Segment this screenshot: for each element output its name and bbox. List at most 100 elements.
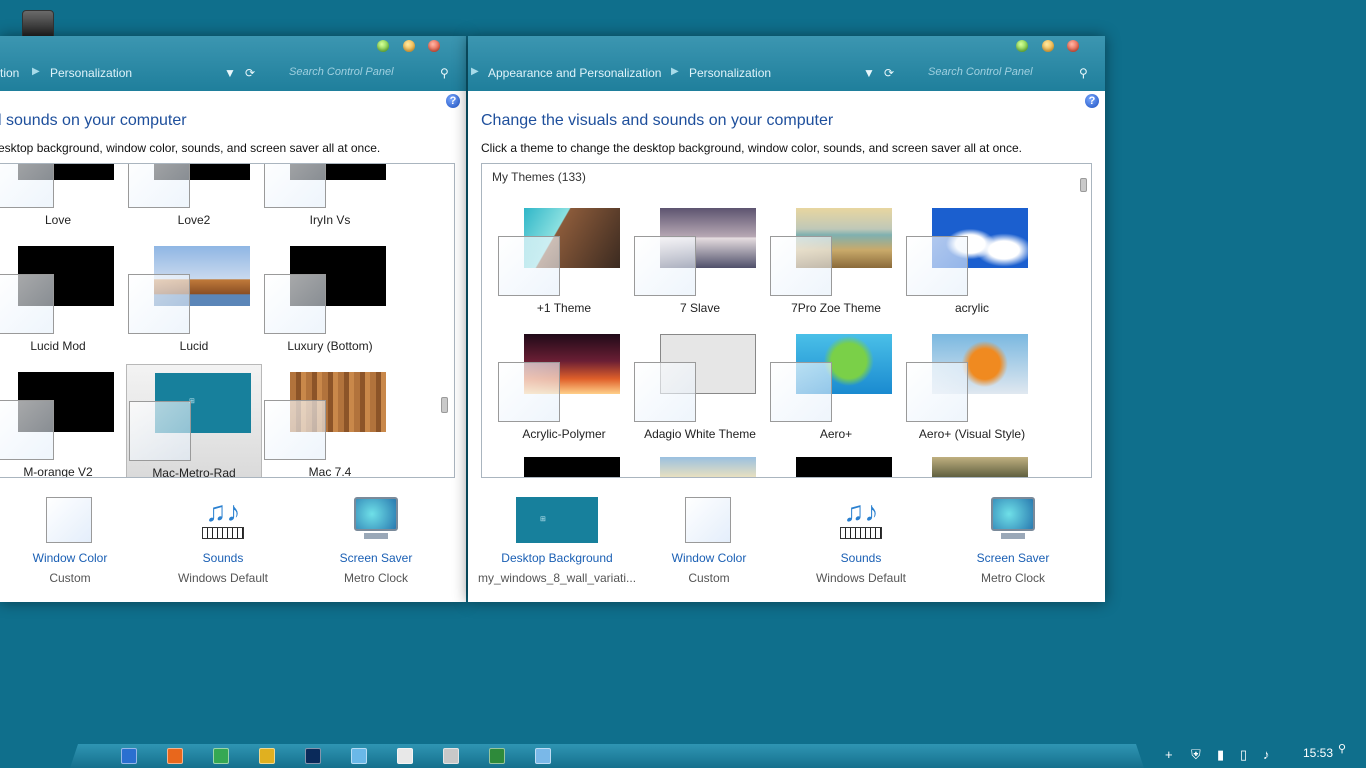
window-color-swatch (128, 274, 190, 334)
sounds-setting[interactable]: ♫♪ Sounds Windows Default (143, 491, 303, 586)
theme-tile-aero[interactable]: Aero+ (768, 326, 904, 450)
chrome-icon[interactable] (259, 748, 275, 764)
power-icon[interactable]: ▯ (1240, 747, 1247, 763)
window-color-setting[interactable]: Window Color Custom (0, 491, 150, 585)
monitor-icon[interactable] (351, 748, 367, 764)
theme-name: Adagio White Theme (644, 427, 756, 441)
refresh-icon[interactable]: ⟳ (884, 66, 894, 80)
window-chrome: ▶ Appearance and Personalization ▶ Perso… (468, 36, 1105, 91)
search-input[interactable]: Search Control Panel (289, 66, 394, 78)
screen-saver-link[interactable]: Screen Saver (933, 551, 1093, 565)
help-icon[interactable]: ? (1085, 94, 1099, 108)
sounds-link[interactable]: Sounds (781, 551, 941, 565)
minimize-button[interactable] (403, 40, 415, 52)
chrome-icon[interactable] (213, 748, 229, 764)
screen-saver-link[interactable]: Screen Saver (296, 551, 456, 565)
task-manager-icon[interactable] (489, 748, 505, 764)
personalization-window-left: tion ▶ Personalization ▼ ⟳ Search Contro… (0, 36, 466, 602)
chevron-down-icon[interactable]: ▼ (224, 66, 236, 80)
sounds-icon[interactable]: ♫♪ (837, 497, 885, 545)
window-color-icon[interactable] (46, 497, 94, 545)
signal-icon[interactable]: ▮ (1217, 747, 1224, 763)
scrollbar-thumb[interactable] (441, 397, 448, 413)
help-icon[interactable]: ? (446, 94, 460, 108)
minimize-button[interactable] (1042, 40, 1054, 52)
window-color-swatch (264, 400, 326, 460)
desktop-background-setting[interactable]: ⊞ Desktop Background my_windows_8_wall_var… (477, 491, 637, 585)
desktop-background-link[interactable]: Desktop Background (477, 551, 637, 565)
theme-tile-iryin-vs[interactable]: IryIn Vs (262, 164, 398, 236)
theme-tile-mac-metro-rad[interactable]: ⊞ Mac-Metro-Rad (126, 364, 262, 477)
firefox-icon[interactable] (167, 748, 183, 764)
refresh-icon[interactable]: ⟳ (245, 66, 255, 80)
sounds-link[interactable]: Sounds (143, 551, 303, 565)
volume-icon[interactable]: ♪ (1263, 747, 1270, 762)
screen-saver-setting[interactable]: Screen Saver Metro Clock (933, 491, 1093, 585)
network-shield-icon[interactable]: ⛨ (1191, 747, 1201, 763)
search-icon[interactable]: ⚲ (1079, 66, 1088, 80)
theme-tile-luxury-bottom[interactable]: Luxury (Bottom) (262, 238, 398, 362)
theme-tile-acrylic-polymer[interactable]: Acrylic-Polymer (496, 326, 632, 450)
maximize-button[interactable] (377, 40, 389, 52)
theme-name: Love2 (177, 213, 211, 227)
window-color-link[interactable]: Window Color (0, 551, 150, 565)
sounds-setting[interactable]: ♫♪ Sounds Windows Default (781, 491, 941, 586)
window-color-swatch (498, 236, 560, 296)
clock[interactable]: 15:53 (1303, 746, 1333, 760)
breadcrumb-item[interactable]: Appearance and Personalization (488, 66, 661, 80)
theme-preview[interactable] (660, 457, 756, 477)
scrollbar-thumb[interactable] (1080, 178, 1087, 192)
taskbar (70, 744, 1144, 768)
theme-tile-adagio-white-theme[interactable]: Adagio White Theme (632, 326, 768, 450)
sounds-value: Windows Default (815, 571, 907, 585)
control-panel-icon[interactable] (535, 748, 551, 764)
sounds-icon[interactable]: ♫♪ (199, 497, 247, 545)
screen-saver-icon[interactable] (989, 497, 1037, 545)
document-icon[interactable] (121, 748, 137, 764)
theme-preview[interactable] (524, 457, 620, 477)
theme-tile-love[interactable]: Love (0, 164, 126, 236)
theme-tile-lucid-mod[interactable]: Lucid Mod (0, 238, 126, 362)
screen-saver-icon[interactable] (352, 497, 400, 545)
theme-name: M-orange V2 (23, 465, 93, 478)
page-description: esktop background, window color, sounds,… (0, 141, 381, 155)
breadcrumb-item[interactable]: tion (0, 66, 19, 80)
mail-icon[interactable] (397, 748, 413, 764)
maximize-button[interactable] (1016, 40, 1028, 52)
photoshop-icon[interactable] (305, 748, 321, 764)
theme-list[interactable]: My Themes (133) +1 Theme 7 Slave 7Pro Zoe … (481, 163, 1092, 478)
theme-tile-aero-visual-style[interactable]: Aero+ (Visual Style) (904, 326, 1040, 450)
theme-tile-mac-7-4[interactable]: Mac 7.4 (262, 364, 398, 477)
theme-tile-7pro-zoe-theme[interactable]: 7Pro Zoe Theme (768, 200, 904, 324)
theme-tile-acrylic[interactable]: acrylic (904, 200, 1040, 324)
search-input[interactable]: Search Control Panel (928, 66, 1033, 78)
breadcrumb-item[interactable]: Personalization (50, 66, 132, 80)
theme-list[interactable]: Love Love2 IryIn Vs Lucid Mod Lucid Luxury (B… (0, 163, 455, 478)
theme-tile-love2[interactable]: Love2 (126, 164, 262, 236)
window-color-swatch (0, 164, 54, 208)
chevron-down-icon[interactable]: ▼ (863, 66, 875, 80)
window-color-link[interactable]: Window Color (629, 551, 789, 565)
theme-tile-lucid[interactable]: Lucid (126, 238, 262, 362)
theme-name: IryIn Vs (309, 213, 351, 227)
screen-saver-setting[interactable]: Screen Saver Metro Clock (296, 491, 456, 585)
window-color-setting[interactable]: Window Color Custom (629, 491, 789, 585)
close-button[interactable] (1067, 40, 1079, 52)
breadcrumb-item[interactable]: Personalization (689, 66, 771, 80)
search-icon[interactable]: ⚲ (1338, 742, 1346, 755)
desktop-background-icon[interactable]: ⊞ (516, 497, 598, 545)
breadcrumb-separator-icon: ▶ (671, 66, 679, 77)
plus-icon[interactable]: + (1165, 747, 1173, 762)
recycle-bin-icon[interactable] (443, 748, 459, 764)
window-color-icon[interactable] (685, 497, 733, 545)
theme-tile-1-theme[interactable]: +1 Theme (496, 200, 632, 324)
screen-saver-value: Metro Clock (980, 571, 1045, 585)
theme-name: Love (44, 213, 72, 227)
theme-name: 7Pro Zoe Theme (791, 301, 881, 315)
search-icon[interactable]: ⚲ (440, 66, 449, 80)
theme-tile-7-slave[interactable]: 7 Slave (632, 200, 768, 324)
theme-preview[interactable] (796, 457, 892, 477)
theme-tile-m-orange-v2[interactable]: M-orange V2 (0, 364, 126, 478)
theme-preview[interactable] (932, 457, 1028, 477)
close-button[interactable] (428, 40, 440, 52)
